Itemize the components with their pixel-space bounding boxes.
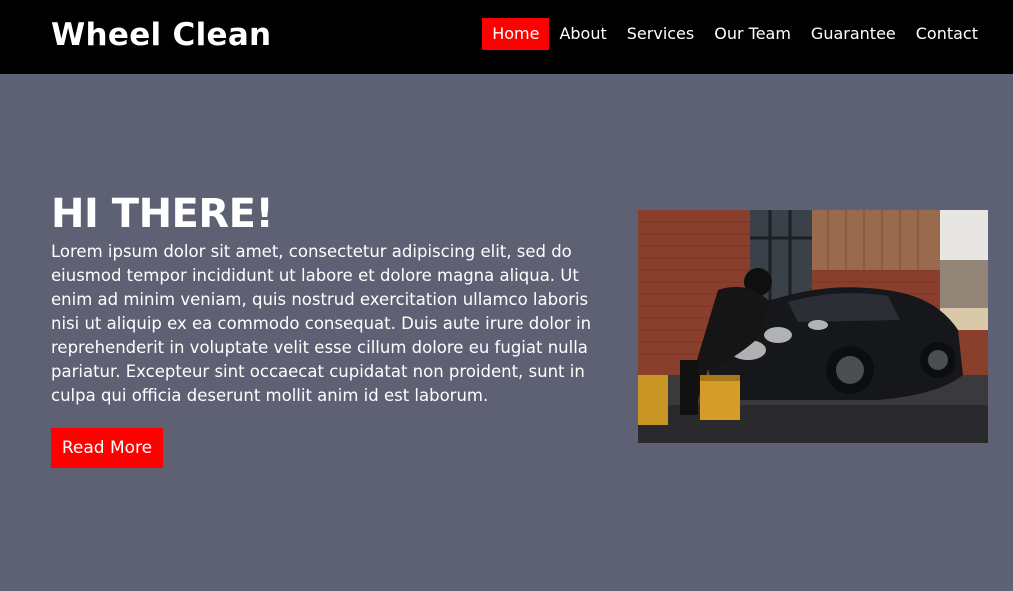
car-wash-photo [638,210,988,443]
nav-our-team-link[interactable]: Our Team [704,18,801,50]
nav-contact-link[interactable]: Contact [906,18,988,50]
hero-section: HI THERE! Lorem ipsum dolor sit amet, co… [51,190,611,408]
nav-menu: Home About Services Our Team Guarantee C… [482,18,988,50]
nav-about-link[interactable]: About [549,18,616,50]
nav-home-link[interactable]: Home [482,18,550,50]
nav-guarantee-link[interactable]: Guarantee [801,18,906,50]
nav-services-link[interactable]: Services [617,18,704,50]
hero-title: HI THERE! [51,191,274,237]
hero-paragraph: Lorem ipsum dolor sit amet, consectetur … [51,242,592,405]
read-more-button[interactable]: Read More [51,428,163,468]
navbar: Wheel Clean Home About Services Our Team… [0,0,1013,74]
brand-logo[interactable]: Wheel Clean [51,14,271,56]
